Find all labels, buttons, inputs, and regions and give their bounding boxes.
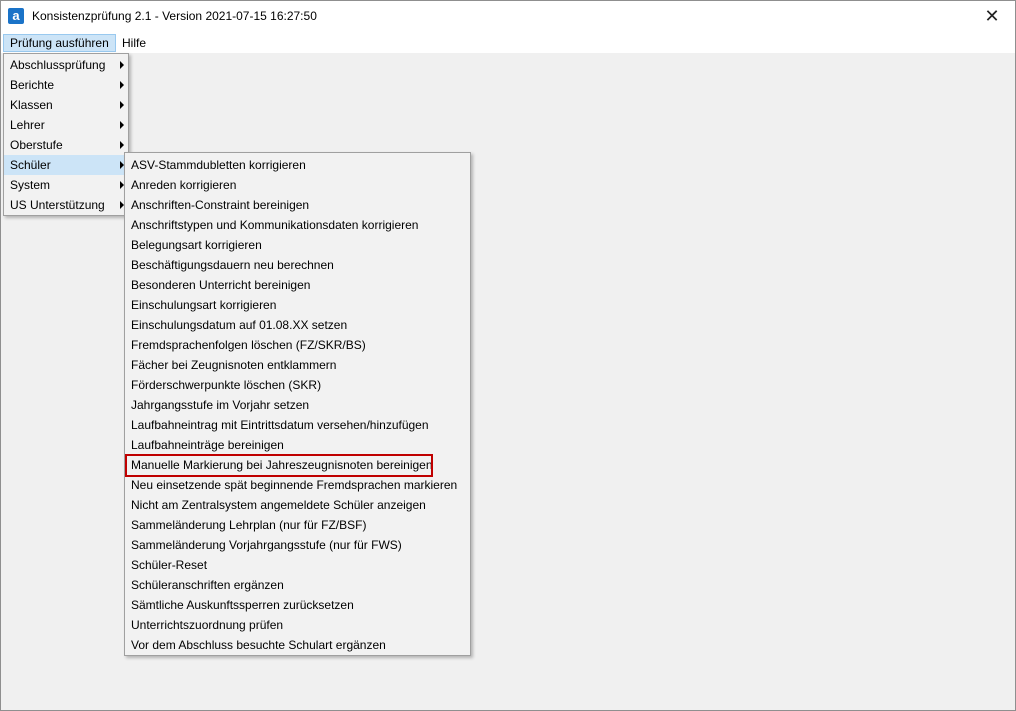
- submenu-item[interactable]: Nicht am Zentralsystem angemeldete Schül…: [125, 495, 470, 515]
- menu-pruefung-ausfuehren[interactable]: Prüfung ausführen: [3, 34, 116, 52]
- submenu-item[interactable]: Anschriftstypen und Kommunikationsdaten …: [125, 215, 470, 235]
- submenu-item[interactable]: Vor dem Abschluss besuchte Schulart ergä…: [125, 635, 470, 655]
- submenu-item[interactable]: Fremdsprachenfolgen löschen (FZ/SKR/BS): [125, 335, 470, 355]
- menu-bar: Prüfung ausführen Hilfe: [1, 32, 1015, 53]
- title-bar: a Konsistenzprüfung 2.1 - Version 2021-0…: [1, 1, 1015, 32]
- menu-item-oberstufe[interactable]: Oberstufe: [4, 135, 128, 155]
- submenu-item[interactable]: Fächer bei Zeugnisnoten entklammern: [125, 355, 470, 375]
- submenu-item[interactable]: Anreden korrigieren: [125, 175, 470, 195]
- submenu-arrow-icon: [120, 121, 124, 129]
- dropdown-pruefung-ausfuehren: Abschlussprüfung Berichte Klassen Lehrer…: [3, 53, 129, 216]
- submenu-item[interactable]: Sammeländerung Lehrplan (nur für FZ/BSF): [125, 515, 470, 535]
- submenu-item[interactable]: Belegungsart korrigieren: [125, 235, 470, 255]
- submenu-item[interactable]: Beschäftigungsdauern neu berechnen: [125, 255, 470, 275]
- menu-item-schueler[interactable]: Schüler: [4, 155, 128, 175]
- submenu-arrow-icon: [120, 141, 124, 149]
- submenu-item[interactable]: Laufbahneinträge bereinigen: [125, 435, 470, 455]
- menu-item-us-unterstuetzung[interactable]: US Unterstützung: [4, 195, 128, 215]
- submenu-item[interactable]: ASV-Stammdubletten korrigieren: [125, 155, 470, 175]
- app-logo-icon: a: [8, 8, 24, 24]
- submenu-arrow-icon: [120, 81, 124, 89]
- submenu-item[interactable]: Laufbahneintrag mit Eintrittsdatum verse…: [125, 415, 470, 435]
- menu-item-label: Klassen: [10, 98, 53, 112]
- submenu-item[interactable]: Sammeländerung Vorjahrgangsstufe (nur fü…: [125, 535, 470, 555]
- submenu-schueler: ASV-Stammdubletten korrigieren Anreden k…: [124, 152, 471, 656]
- menu-item-lehrer[interactable]: Lehrer: [4, 115, 128, 135]
- highlight-annotation: [125, 454, 433, 477]
- menu-item-abschlusspruefung[interactable]: Abschlussprüfung: [4, 55, 128, 75]
- menu-item-label: Abschlussprüfung: [10, 58, 106, 72]
- app-window: a Konsistenzprüfung 2.1 - Version 2021-0…: [0, 0, 1016, 711]
- menu-item-system[interactable]: System: [4, 175, 128, 195]
- menu-item-label: US Unterstützung: [10, 198, 105, 212]
- submenu-arrow-icon: [120, 61, 124, 69]
- submenu-item[interactable]: Schüleranschriften ergänzen: [125, 575, 470, 595]
- menu-item-label: Lehrer: [10, 118, 45, 132]
- close-icon[interactable]: ✕: [969, 1, 1015, 32]
- submenu-item[interactable]: Jahrgangsstufe im Vorjahr setzen: [125, 395, 470, 415]
- submenu-item[interactable]: Einschulungsdatum auf 01.08.XX setzen: [125, 315, 470, 335]
- submenu-item[interactable]: Förderschwerpunkte löschen (SKR): [125, 375, 470, 395]
- menu-item-label: System: [10, 178, 51, 192]
- submenu-item[interactable]: Sämtliche Auskunftssperren zurücksetzen: [125, 595, 470, 615]
- menu-item-label: Berichte: [10, 78, 55, 92]
- submenu-item[interactable]: Unterrichtszuordnung prüfen: [125, 615, 470, 635]
- menu-item-label: Schüler: [10, 158, 51, 172]
- menu-item-label: Oberstufe: [10, 138, 63, 152]
- window-title: Konsistenzprüfung 2.1 - Version 2021-07-…: [32, 9, 317, 23]
- submenu-item[interactable]: Besonderen Unterricht bereinigen: [125, 275, 470, 295]
- submenu-item[interactable]: Anschriften-Constraint bereinigen: [125, 195, 470, 215]
- menu-item-berichte[interactable]: Berichte: [4, 75, 128, 95]
- submenu-arrow-icon: [120, 101, 124, 109]
- menu-item-klassen[interactable]: Klassen: [4, 95, 128, 115]
- submenu-item[interactable]: Neu einsetzende spät beginnende Fremdspr…: [125, 475, 470, 495]
- menu-hilfe[interactable]: Hilfe: [116, 34, 152, 52]
- submenu-item[interactable]: Einschulungsart korrigieren: [125, 295, 470, 315]
- submenu-item[interactable]: Schüler-Reset: [125, 555, 470, 575]
